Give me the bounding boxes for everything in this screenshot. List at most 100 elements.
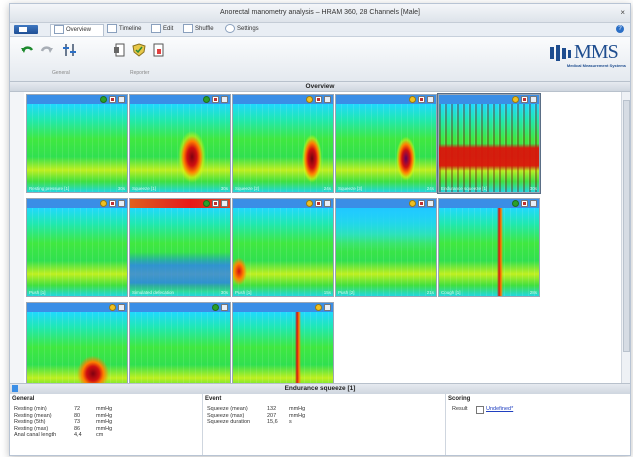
details-icon[interactable]: [221, 200, 228, 207]
heatmap-tile[interactable]: Squeeze [3] 24s: [335, 94, 437, 193]
logo-text: MMS: [574, 41, 619, 63]
exclude-icon[interactable]: [109, 96, 116, 103]
heatmap-plot[interactable]: Squeeze [2] 24s: [233, 104, 333, 192]
details-icon[interactable]: [324, 304, 331, 311]
status-warning-icon: [512, 96, 519, 103]
tile-header-bar: [336, 95, 436, 104]
details-icon[interactable]: [118, 200, 125, 207]
general-label: Resting (min): [14, 406, 47, 412]
help-icon[interactable]: ?: [616, 25, 624, 33]
heatmap-tile[interactable]: Push [1]: [26, 198, 128, 297]
status-warning-icon: [409, 96, 416, 103]
details-icon[interactable]: [530, 200, 537, 207]
general-unit: cm: [96, 432, 104, 438]
details-icon[interactable]: [324, 96, 331, 103]
detail-title: Endurance squeeze [1]: [284, 385, 356, 392]
tile-label: Squeeze [3]: [338, 186, 363, 191]
result-link[interactable]: Undefined*: [486, 406, 513, 412]
channel-adjust-icon[interactable]: [63, 43, 77, 57]
exclude-icon[interactable]: [212, 200, 219, 207]
heatmap-plot[interactable]: Simulated defecation 30s: [130, 208, 230, 296]
details-icon[interactable]: [118, 96, 125, 103]
tile-duration: 30s: [529, 186, 537, 191]
tile-header-bar: [27, 95, 127, 104]
tab-settings[interactable]: Settings: [222, 24, 264, 35]
details-icon[interactable]: [530, 96, 537, 103]
close-icon[interactable]: ×: [620, 4, 625, 22]
logo-subtitle: Medical Measurement Systems: [566, 63, 626, 68]
overview-icon: [54, 25, 64, 34]
tile-header-bar: [27, 199, 127, 208]
tab-overview[interactable]: Overview: [50, 24, 104, 36]
tile-label: Squeeze [2]: [235, 186, 260, 191]
exclude-icon[interactable]: [315, 200, 322, 207]
exclude-icon[interactable]: [109, 200, 116, 207]
general-unit: mmHg: [96, 425, 113, 432]
exclude-icon[interactable]: [418, 96, 425, 103]
general-unit: mmHg: [96, 412, 113, 419]
exclude-icon[interactable]: [521, 96, 528, 103]
event-value: 207: [267, 412, 277, 419]
exclude-icon[interactable]: [315, 96, 322, 103]
tile-header-bar: [439, 199, 539, 208]
edit-icon: [151, 24, 161, 33]
heatmap-tile[interactable]: Endurance squeeze [1] 30s: [437, 93, 541, 194]
tile-header-bar: [27, 303, 127, 312]
event-label: Squeeze (mean): [207, 406, 248, 412]
tile-duration: 30s: [220, 186, 228, 191]
exclude-icon[interactable]: [418, 200, 425, 207]
undo-icon[interactable]: [20, 43, 34, 57]
general-unit: mmHg: [96, 406, 113, 412]
heatmap-tile[interactable]: Cough [1] 28s: [438, 198, 540, 297]
details-icon[interactable]: [427, 200, 434, 207]
heatmap-tile[interactable]: Push [2] 21s: [335, 198, 437, 297]
general-label: Resting (5th): [14, 419, 46, 425]
general-label: Resting (mean): [14, 412, 52, 419]
exclude-icon[interactable]: [212, 96, 219, 103]
result-dropdown-icon[interactable]: [476, 406, 484, 414]
group-label-reporter: Reporter: [130, 70, 150, 76]
general-label: Anal canal length: [14, 432, 57, 438]
details-icon[interactable]: [324, 200, 331, 207]
heatmap-plot[interactable]: Squeeze [1] 30s: [130, 104, 230, 192]
tab-timeline[interactable]: Timeline: [104, 24, 146, 35]
redo-icon[interactable]: [40, 43, 54, 57]
tile-label: Endurance squeeze [1]: [441, 186, 488, 191]
heatmap-tile[interactable]: Push [1] 15s: [232, 198, 334, 297]
heatmap-tile[interactable]: Resting pressure [1] 30s: [26, 94, 128, 193]
heatmap-tile[interactable]: Squeeze [1] 30s: [129, 94, 231, 193]
heatmap-plot[interactable]: Cough [1] 28s: [439, 208, 539, 296]
heatmap-tile[interactable]: Squeeze [2] 24s: [232, 94, 334, 193]
heatmap-plot[interactable]: Squeeze [3] 24s: [336, 104, 436, 192]
event-title: Event: [205, 396, 222, 402]
event-value: 15,6: [267, 419, 278, 425]
heatmap-plot[interactable]: Endurance squeeze [1] 30s: [439, 104, 539, 192]
event-label: Squeeze (max): [207, 412, 245, 419]
tile-header-bar: [130, 95, 230, 104]
detail-panel: General Resting (min) 72 mmHg Resting (mean…: [10, 394, 630, 455]
export-icon[interactable]: [152, 43, 166, 57]
report-icon[interactable]: [113, 43, 127, 57]
shield-icon[interactable]: [132, 43, 146, 57]
heatmap-plot[interactable]: Push [1] 15s: [233, 208, 333, 296]
tile-header-bar: [233, 199, 333, 208]
details-icon[interactable]: [118, 304, 125, 311]
heatmap-plot[interactable]: Push [1]: [27, 208, 127, 296]
tab-shuffle[interactable]: Shuffle: [180, 24, 218, 35]
panel-toggle-icon[interactable]: [12, 385, 18, 392]
overview-title: Overview: [305, 83, 335, 90]
heatmap-plot[interactable]: Resting pressure [1] 30s: [27, 104, 127, 192]
heatmap-plot[interactable]: Push [2] 21s: [336, 208, 436, 296]
status-ok-icon: [212, 304, 219, 311]
vertical-scrollbar[interactable]: [621, 92, 630, 383]
heatmap-tile[interactable]: Simulated defecation 30s: [129, 198, 231, 297]
tab-edit[interactable]: Edit: [148, 24, 178, 35]
details-icon[interactable]: [221, 304, 228, 311]
details-icon[interactable]: [427, 96, 434, 103]
app-menu-button[interactable]: [14, 25, 38, 34]
event-label: Squeeze duration: [207, 419, 251, 425]
exclude-icon[interactable]: [521, 200, 528, 207]
settings-icon: [225, 24, 235, 33]
tile-duration: 30s: [117, 186, 125, 191]
details-icon[interactable]: [221, 96, 228, 103]
